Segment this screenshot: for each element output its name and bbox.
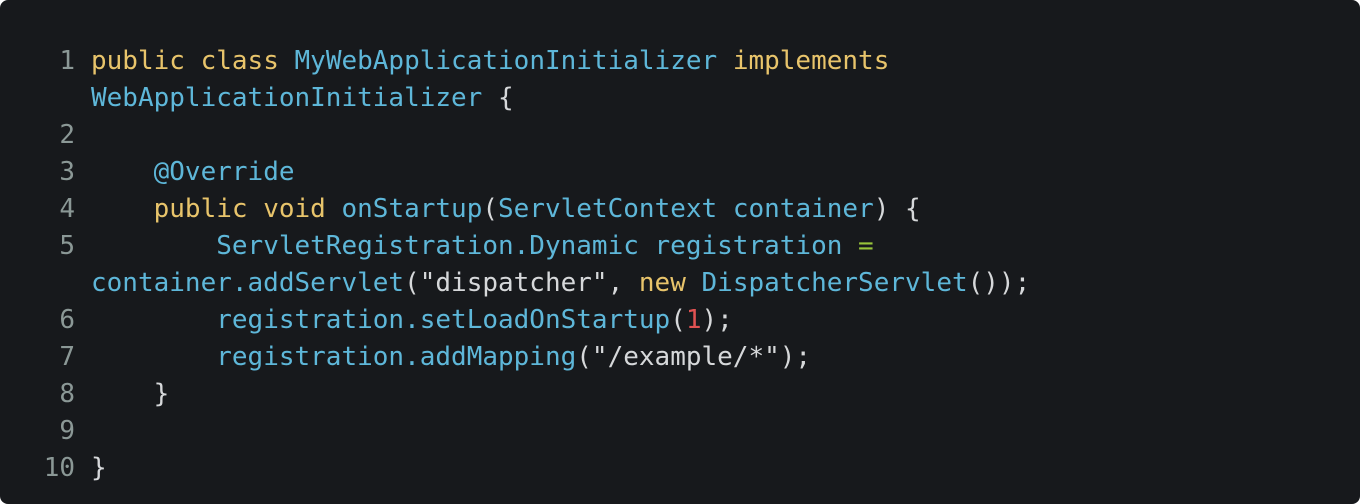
- code-line: 8 }: [0, 376, 1360, 413]
- code-token: new: [638, 268, 686, 298]
- code-token: @Override: [153, 157, 295, 187]
- code-line: container.addServlet("dispatcher", new D…: [0, 265, 1360, 302]
- code-token: ServletRegistration.Dynamic: [216, 231, 639, 261]
- line-number: 4: [59, 194, 75, 224]
- line-content: }: [75, 450, 107, 487]
- code-token: MyWebApplicationInitializer: [294, 46, 718, 76]
- code-editor: 1 public class MyWebApplicationInitialize…: [0, 0, 1360, 504]
- line-number: 2: [59, 120, 75, 150]
- code-token: (: [404, 268, 420, 298]
- line-content: public class MyWebApplicationInitializer…: [75, 43, 889, 80]
- code-token: (: [576, 342, 592, 372]
- line-content: registration.addMapping("/example/*");: [75, 339, 811, 376]
- line-content: [75, 117, 107, 154]
- code-token: implements: [732, 46, 890, 76]
- line-number: 3: [59, 157, 75, 187]
- code-token: container: [732, 194, 874, 224]
- code-token: onStartup: [341, 194, 483, 224]
- code-token: }: [91, 379, 170, 409]
- line-number: 6: [59, 305, 75, 335]
- code-token: ,: [607, 268, 639, 298]
- code-token: }: [91, 453, 107, 483]
- line-number: [0, 80, 75, 117]
- code-line: 2: [0, 117, 1360, 154]
- code-token: );: [701, 305, 733, 335]
- line-content: }: [75, 376, 170, 413]
- code-token: ) {: [873, 194, 921, 224]
- line-number: 5: [59, 231, 75, 261]
- code-line: 9: [0, 413, 1360, 450]
- code-token: "/example/*": [591, 342, 780, 372]
- code-token: "dispatcher": [419, 268, 608, 298]
- line-content: WebApplicationInitializer {: [75, 80, 514, 117]
- code-line: 10}: [0, 450, 1360, 487]
- code-token: {: [482, 83, 514, 113]
- line-content: public void onStartup(ServletContext con…: [75, 191, 921, 228]
- line-content: [75, 413, 107, 450]
- code-token: ());: [967, 268, 1031, 298]
- line-number: 9: [59, 416, 75, 446]
- code-token: WebApplicationInitializer: [91, 83, 483, 113]
- code-token: (: [670, 305, 686, 335]
- code-line: 6 registration.setLoadOnStartup(1);: [0, 302, 1360, 339]
- code-token: DispatcherServlet: [701, 268, 968, 298]
- code-token: class: [200, 46, 279, 76]
- code-token: registration.setLoadOnStartup: [216, 305, 671, 335]
- line-number: 10: [43, 453, 75, 483]
- code-token: registration: [654, 231, 843, 261]
- code-token: ServletContext: [498, 194, 718, 224]
- code-line: 1 public class MyWebApplicationInitialize…: [0, 43, 1360, 80]
- code-token: );: [779, 342, 812, 372]
- line-number: 8: [59, 379, 75, 409]
- code-token: 1: [685, 305, 702, 335]
- line-content: @Override: [75, 154, 295, 191]
- code-token: void: [263, 194, 326, 224]
- line-content: ServletRegistration.Dynamic registration…: [75, 228, 874, 265]
- line-number: 1: [59, 46, 75, 76]
- code-token: (: [482, 194, 499, 224]
- code-token: =: [858, 231, 874, 261]
- code-token: registration.addMapping: [216, 342, 577, 372]
- line-number: 7: [59, 342, 75, 372]
- code-line: WebApplicationInitializer {: [0, 80, 1360, 117]
- code-line: 5 ServletRegistration.Dynamic registrati…: [0, 228, 1360, 265]
- code-line: 4 public void onStartup(ServletContext c…: [0, 191, 1360, 228]
- code-line: 7 registration.addMapping("/example/*");: [0, 339, 1360, 376]
- line-content: container.addServlet("dispatcher", new D…: [75, 265, 1030, 302]
- code-line: 3 @Override: [0, 154, 1360, 191]
- line-number: [0, 265, 75, 302]
- code-token: public: [91, 46, 185, 76]
- code-token: container.addServlet: [91, 268, 405, 298]
- line-content: registration.setLoadOnStartup(1);: [75, 302, 733, 339]
- code-token: public: [153, 194, 248, 224]
